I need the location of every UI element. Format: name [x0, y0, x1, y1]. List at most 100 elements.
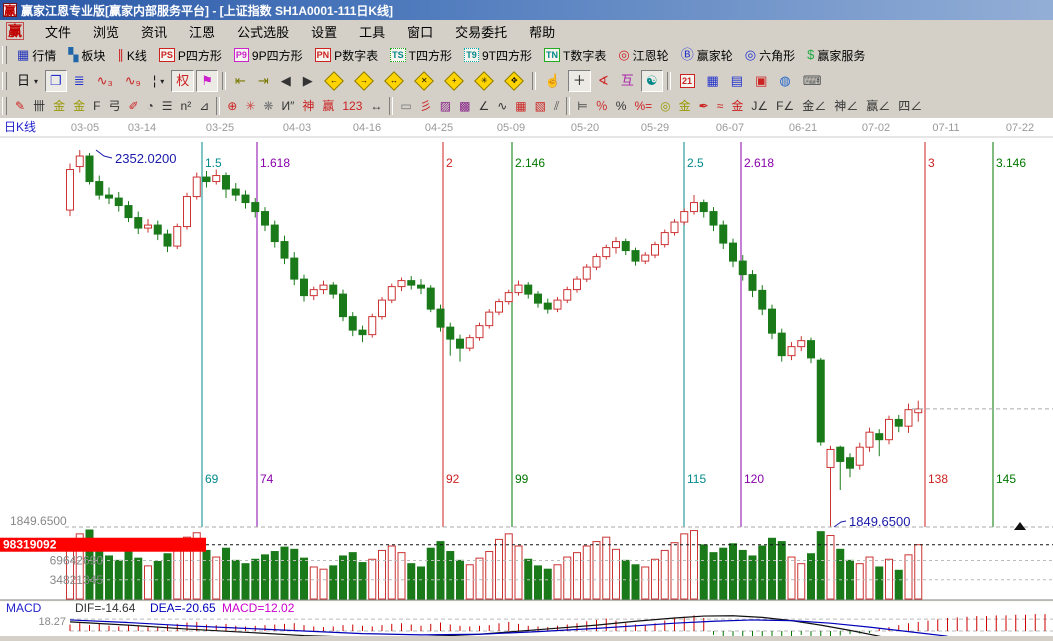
net-sync-button[interactable]: ◍ [774, 70, 795, 92]
pen-candle-button[interactable]: ✒ [696, 96, 712, 116]
hexagon-button[interactable]: ◎六角形 [740, 44, 800, 66]
cycle-circle-button[interactable]: ◔ [144, 96, 157, 116]
grid-arrow-button[interactable]: ▧ [532, 96, 549, 116]
gold-red-line-button[interactable]: 金 [728, 96, 746, 116]
calculator-button[interactable]: ▦ [702, 70, 724, 92]
band-wave-button[interactable]: ≈ [714, 96, 727, 116]
t-square-button[interactable]: TST四方形 [385, 44, 457, 66]
menu-item-窗口[interactable]: 窗口 [396, 23, 444, 42]
wave-tool-button[interactable]: ∿ [494, 96, 510, 116]
gann-wheel-button[interactable]: ◎江恩轮 [613, 44, 673, 66]
next-stock-button[interactable]: ▶ [298, 70, 318, 92]
percent-levels-button[interactable]: %= [631, 96, 655, 116]
ma-line-3-button[interactable]: ∿₃ [92, 70, 118, 92]
toolbar-grip[interactable] [2, 97, 7, 115]
kline-chart-canvas[interactable]: 日K线03-0503-1403-2504-0304-1604-2505-0905… [0, 118, 1053, 636]
mutual-tool-button[interactable]: 互 [616, 70, 639, 92]
ray-star-button[interactable]: ✳ [242, 96, 258, 116]
winner-angle-line-button[interactable]: 赢∠ [863, 96, 893, 116]
gann-diamond-span-button[interactable]: ↔ [380, 70, 408, 92]
menu-item-设置[interactable]: 设置 [300, 23, 348, 42]
chart-window-button[interactable]: ❐ [45, 70, 67, 92]
hand-drag-button[interactable]: ☝ [540, 70, 566, 92]
gold-angle-line-button[interactable]: 金∠ [799, 96, 829, 116]
sectors-button[interactable]: ▚板块 [63, 44, 110, 66]
winner-wheel-button[interactable]: Ⓑ赢家轮 [676, 44, 738, 66]
prev-stock-button[interactable]: ◀ [276, 70, 296, 92]
candle-style-button[interactable]: ¦▾ [148, 70, 169, 92]
gold-ratio-lines-2-button[interactable]: 金 [70, 96, 88, 116]
menu-item-帮助[interactable]: 帮助 [518, 23, 566, 42]
9p-square-button[interactable]: P99P四方形 [229, 44, 308, 66]
god-angle-line-button[interactable]: 神∠ [831, 96, 861, 116]
ex-rights-button[interactable]: 权 [171, 70, 194, 92]
circle-target-button[interactable]: ⊕ [224, 96, 240, 116]
n-square-button[interactable]: n² [178, 96, 195, 116]
app-logo-icon[interactable]: 赢 [3, 3, 17, 17]
marker-brush-button[interactable]: ✐ [125, 96, 141, 116]
menu-logo-icon[interactable]: 赢 [6, 22, 24, 40]
god-lines-button[interactable]: 神 [299, 96, 317, 116]
rays-fan-button[interactable]: 彡 [417, 96, 435, 116]
gann-diamond-plus-button[interactable]: + [440, 70, 468, 92]
gann-diamond-move-button[interactable]: ✥ [500, 70, 528, 92]
p-square-button[interactable]: PSP四方形 [154, 44, 227, 66]
crosshair-button[interactable]: ＋ [568, 70, 591, 92]
percent-tool-button[interactable]: % [613, 96, 630, 116]
color-volume-button[interactable]: ⚑ [196, 70, 218, 92]
gann-diamond-right-button[interactable]: → [350, 70, 378, 92]
gann-box-button[interactable]: ▨ [437, 96, 454, 116]
angle-fan-button[interactable]: ∠ [475, 96, 492, 116]
quote-button[interactable]: ▦行情 [12, 44, 61, 66]
ma-line-9-button[interactable]: ∿₉ [120, 70, 146, 92]
menu-item-交易委托[interactable]: 交易委托 [444, 23, 518, 42]
percent-line-button[interactable]: ％ [593, 96, 611, 116]
toolbar-grip[interactable] [2, 46, 7, 64]
last-screen-button[interactable]: ⇥ [253, 70, 274, 92]
menu-item-工具[interactable]: 工具 [348, 23, 396, 42]
fib-f-lines-button[interactable]: F [90, 96, 103, 116]
9t-square-button[interactable]: T99T四方形 [459, 44, 537, 66]
p-table-button[interactable]: PNP数字表 [310, 44, 384, 66]
number-count-button[interactable]: 123 [339, 96, 365, 116]
brush-tool-button[interactable]: ✎ [12, 96, 28, 116]
menu-item-资讯[interactable]: 资讯 [130, 23, 178, 42]
parallel-lines-button[interactable]: ⫽ [551, 96, 562, 116]
angle-ruler-button[interactable]: ⊿ [196, 96, 212, 116]
f-angle-line-button[interactable]: F∠ [773, 96, 797, 116]
save-data-button[interactable]: ▣ [750, 70, 772, 92]
j-angle-line-button[interactable]: J∠ [748, 96, 771, 116]
count-bars-button[interactable]: ☰ [159, 96, 176, 116]
gann-count-lines-button[interactable]: 卌 [30, 96, 48, 116]
first-screen-button[interactable]: ⇤ [230, 70, 251, 92]
menu-item-公式选股[interactable]: 公式选股 [226, 23, 300, 42]
stock-info-button[interactable]: ≣ [69, 70, 90, 92]
winner-lines-button[interactable]: 赢 [319, 96, 337, 116]
trade-order-button[interactable]: ⌨ [798, 70, 827, 92]
gann-diamond-star-button[interactable]: ✳ [470, 70, 498, 92]
angle-measure-button[interactable]: ∢ [593, 70, 614, 92]
gold-circle-button[interactable]: ◎ [657, 96, 673, 116]
gold-hline-button[interactable]: 金 [676, 96, 694, 116]
spider-web-button[interactable]: ❋ [260, 96, 276, 116]
bow-lines-button[interactable]: 弓 [105, 96, 123, 116]
taiji-tool-button[interactable]: ☯ [641, 70, 663, 92]
toolbar-grip[interactable] [2, 72, 7, 90]
gann-diamond-left-button[interactable]: ← [320, 70, 348, 92]
period-daily-button[interactable]: 日▾ [12, 70, 43, 92]
calendar-21-button[interactable]: 21 [675, 70, 700, 92]
t-table-button[interactable]: TNT数字表 [539, 44, 611, 66]
gold-ratio-lines-1-button[interactable]: 金 [50, 96, 68, 116]
wave-mark-button[interactable]: И″ [278, 96, 297, 116]
menu-item-江恩[interactable]: 江恩 [178, 23, 226, 42]
menu-item-浏览[interactable]: 浏览 [82, 23, 130, 42]
menu-item-文件[interactable]: 文件 [34, 23, 82, 42]
kline-button[interactable]: ∥K线 [112, 44, 152, 66]
memo-button[interactable]: ▤ [726, 70, 748, 92]
red-grid-button[interactable]: ▦ [512, 96, 529, 116]
gann-grid-box-button[interactable]: ▩ [456, 96, 473, 116]
winner-service-button[interactable]: $赢家服务 [802, 44, 870, 66]
kline-chart-panel[interactable]: 日K线03-0503-1403-2504-0304-1604-2505-0905… [0, 118, 1053, 636]
box-select-button[interactable]: ▭ [397, 96, 414, 116]
four-angle-line-button[interactable]: 四∠ [895, 96, 925, 116]
